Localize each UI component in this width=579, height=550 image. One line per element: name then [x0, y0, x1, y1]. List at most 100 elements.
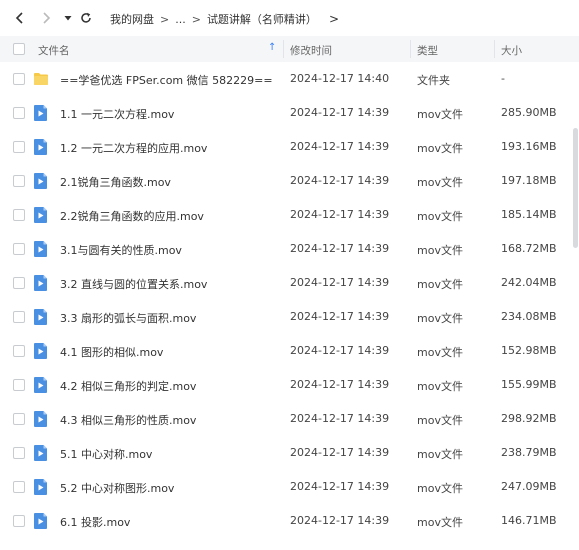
select-all-checkbox[interactable] [13, 43, 25, 55]
file-size: 155.99MB [501, 378, 557, 391]
video-file-icon [33, 376, 49, 394]
breadcrumb-ellipsis[interactable]: ... [175, 13, 186, 26]
file-type: mov文件 [417, 414, 463, 427]
video-file-icon [33, 104, 49, 122]
file-name[interactable]: 5.2 中心对称图形.mov [60, 480, 174, 496]
video-file-icon [33, 240, 49, 258]
back-button[interactable] [10, 8, 30, 28]
file-type: mov文件 [417, 176, 463, 189]
file-type: mov文件 [417, 482, 463, 495]
row-checkbox[interactable] [13, 277, 25, 289]
caret-down-icon [64, 16, 72, 21]
row-checkbox[interactable] [13, 209, 25, 221]
file-list-header: 文件名 ↑ 修改时间 类型 大小 [0, 36, 579, 62]
row-checkbox[interactable] [13, 175, 25, 187]
row-checkbox[interactable] [13, 73, 25, 85]
file-row[interactable]: 3.1与圆有关的性质.mov 2024-12-17 14:39 mov文件 168.7… [0, 232, 579, 266]
file-row[interactable]: 3.2 直线与圆的位置关系.mov 2024-12-17 14:39 mov文件 24… [0, 266, 579, 300]
file-name[interactable]: 3.2 直线与圆的位置关系.mov [60, 276, 207, 292]
file-row[interactable]: 5.1 中心对称.mov 2024-12-17 14:39 mov文件 238.79M… [0, 436, 579, 470]
video-file-icon [33, 478, 49, 496]
row-checkbox[interactable] [13, 345, 25, 357]
file-row[interactable]: 4.2 相似三角形的判定.mov 2024-12-17 14:39 mov文件 155… [0, 368, 579, 402]
file-name[interactable]: 1.1 一元二次方程.mov [60, 106, 174, 122]
breadcrumb-separator: > [191, 12, 201, 26]
file-name[interactable]: 3.3 扇形的弧长与面积.mov [60, 310, 196, 326]
forward-button[interactable] [36, 8, 56, 28]
row-checkbox[interactable] [13, 515, 25, 527]
file-size: 298.92MB [501, 412, 557, 425]
file-row[interactable]: 2.1锐角三角函数.mov 2024-12-17 14:39 mov文件 197.18… [0, 164, 579, 198]
video-file-icon [33, 138, 49, 156]
file-name[interactable]: 4.3 相似三角形的性质.mov [60, 412, 196, 428]
file-name[interactable]: 1.2 一元二次方程的应用.mov [60, 140, 207, 156]
sort-ascending-icon[interactable]: ↑ [268, 42, 276, 53]
file-size: 197.18MB [501, 174, 557, 187]
column-header-type[interactable]: 类型 [417, 43, 438, 58]
file-name[interactable]: 5.1 中心对称.mov [60, 446, 152, 462]
file-size: 285.90MB [501, 106, 557, 119]
file-name[interactable]: ==学爸优选 FPSer.com 微信 582229== [60, 72, 273, 88]
file-modified-time: 2024-12-17 14:40 [290, 72, 390, 85]
file-name[interactable]: 3.1与圆有关的性质.mov [60, 242, 182, 258]
file-row[interactable]: 1.1 一元二次方程.mov 2024-12-17 14:39 mov文件 285.9… [0, 96, 579, 130]
column-divider[interactable] [410, 40, 411, 58]
file-size: - [501, 72, 505, 85]
file-row[interactable]: 5.2 中心对称图形.mov 2024-12-17 14:39 mov文件 247.0… [0, 470, 579, 504]
chevron-right-icon [43, 12, 51, 24]
file-row[interactable]: 3.3 扇形的弧长与面积.mov 2024-12-17 14:39 mov文件 234… [0, 300, 579, 334]
file-name[interactable]: 4.1 图形的相似.mov [60, 344, 163, 360]
row-checkbox[interactable] [13, 141, 25, 153]
file-modified-time: 2024-12-17 14:39 [290, 412, 390, 425]
file-type: mov文件 [417, 312, 463, 325]
scrollbar-track[interactable] [571, 62, 579, 550]
row-checkbox[interactable] [13, 447, 25, 459]
row-checkbox[interactable] [13, 413, 25, 425]
column-header-modified[interactable]: 修改时间 [290, 43, 332, 58]
file-row[interactable]: ==学爸优选 FPSer.com 微信 582229== 2024-12-17 1… [0, 62, 579, 96]
video-file-icon [33, 342, 49, 360]
file-type: mov文件 [417, 210, 463, 223]
breadcrumb: 我的网盘 > ... > 试题讲解（名师精讲） > [110, 10, 339, 28]
refresh-button[interactable] [76, 8, 96, 28]
file-row[interactable]: 2.2锐角三角函数的应用.mov 2024-12-17 14:39 mov文件 185… [0, 198, 579, 232]
scrollbar-thumb[interactable] [573, 128, 578, 248]
file-modified-time: 2024-12-17 14:39 [290, 276, 390, 289]
row-checkbox[interactable] [13, 107, 25, 119]
file-type: mov文件 [417, 516, 463, 529]
file-modified-time: 2024-12-17 14:39 [290, 242, 390, 255]
breadcrumb-expand-chevron[interactable]: > [329, 12, 339, 26]
file-row[interactable]: 4.1 图形的相似.mov 2024-12-17 14:39 mov文件 152.98… [0, 334, 579, 368]
row-checkbox[interactable] [13, 481, 25, 493]
column-header-size[interactable]: 大小 [501, 43, 522, 58]
file-type: mov文件 [417, 380, 463, 393]
file-name[interactable]: 4.2 相似三角形的判定.mov [60, 378, 196, 394]
file-row[interactable]: 6.1 投影.mov 2024-12-17 14:39 mov文件 146.71MB [0, 504, 579, 538]
file-size: 247.09MB [501, 480, 557, 493]
file-type: mov文件 [417, 142, 463, 155]
file-row[interactable]: 1.2 一元二次方程的应用.mov 2024-12-17 14:39 mov文件 19… [0, 130, 579, 164]
video-file-icon [33, 410, 49, 428]
file-name[interactable]: 2.1锐角三角函数.mov [60, 174, 171, 190]
file-list: ==学爸优选 FPSer.com 微信 582229== 2024-12-17 1… [0, 62, 579, 538]
video-file-icon [33, 172, 49, 190]
file-row[interactable]: 4.3 相似三角形的性质.mov 2024-12-17 14:39 mov文件 298… [0, 402, 579, 436]
breadcrumb-current[interactable]: 试题讲解（名师精讲） [207, 11, 317, 27]
column-header-name[interactable]: 文件名 [38, 43, 70, 58]
column-divider[interactable] [494, 40, 495, 58]
breadcrumb-separator: > [160, 12, 170, 26]
refresh-icon [81, 12, 91, 23]
file-type: 文件夹 [417, 74, 450, 87]
breadcrumb-root[interactable]: 我的网盘 [110, 11, 154, 27]
row-checkbox[interactable] [13, 311, 25, 323]
file-size: 193.16MB [501, 140, 557, 153]
file-modified-time: 2024-12-17 14:39 [290, 378, 390, 391]
navigation-toolbar: 我的网盘 > ... > 试题讲解（名师精讲） > [0, 0, 579, 36]
file-name[interactable]: 2.2锐角三角函数的应用.mov [60, 208, 204, 224]
row-checkbox[interactable] [13, 379, 25, 391]
file-modified-time: 2024-12-17 14:39 [290, 344, 390, 357]
row-checkbox[interactable] [13, 243, 25, 255]
file-name[interactable]: 6.1 投影.mov [60, 514, 130, 530]
column-divider[interactable] [283, 40, 284, 58]
history-dropdown-button[interactable] [58, 8, 78, 28]
